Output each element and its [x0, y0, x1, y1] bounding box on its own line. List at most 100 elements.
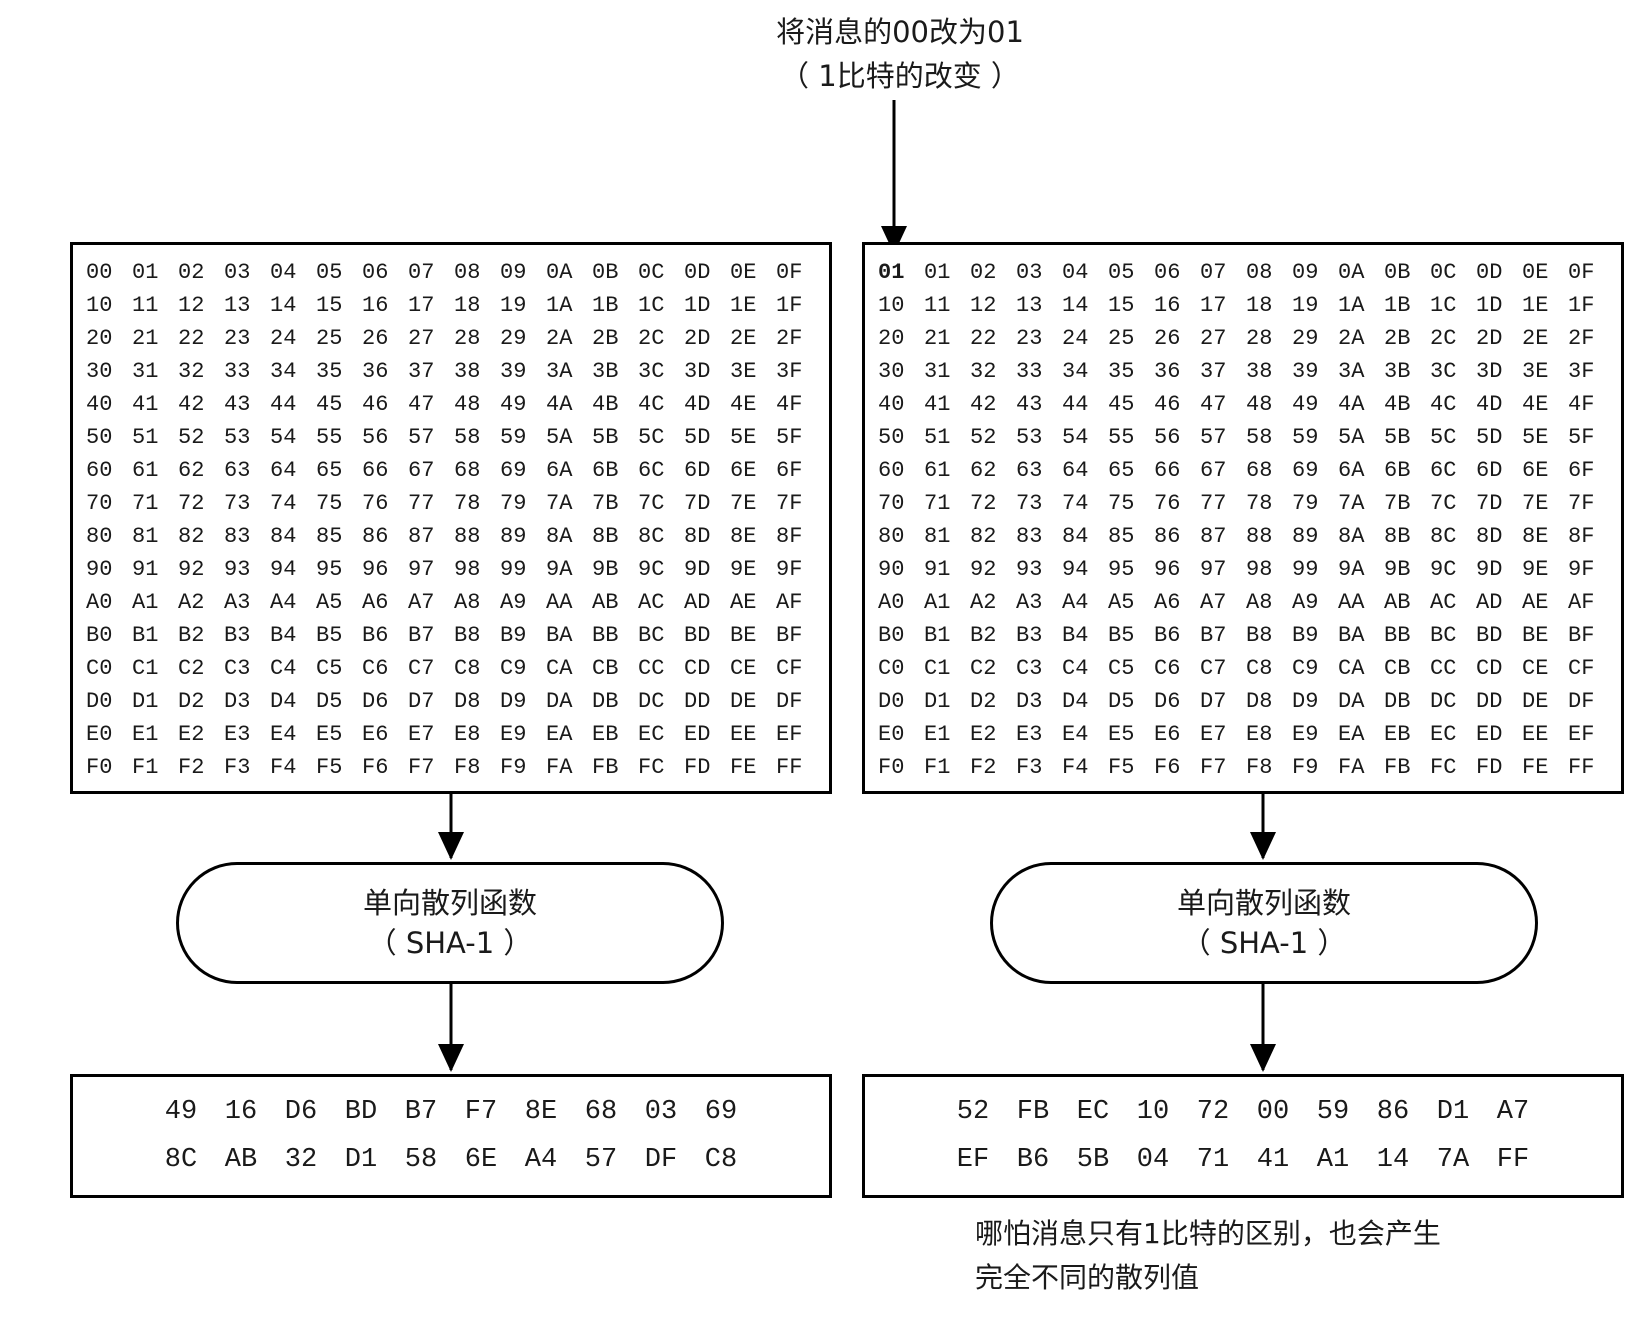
message-byte: CD: [684, 656, 711, 681]
message-byte: D8: [1246, 689, 1273, 714]
message-byte: AC: [1430, 590, 1457, 615]
message-byte: 35: [1108, 359, 1135, 384]
message-byte: 71: [132, 491, 159, 516]
hash-byte: 72: [1196, 1097, 1230, 1127]
message-byte: 4E: [1522, 392, 1549, 417]
message-byte: 6C: [1430, 458, 1457, 483]
message-byte: CE: [1522, 656, 1549, 681]
message-byte: F9: [500, 755, 527, 780]
message-byte: D9: [1292, 689, 1319, 714]
message-byte: AB: [1384, 590, 1411, 615]
message-byte: 52: [178, 425, 205, 450]
message-byte: 0A: [1338, 260, 1365, 285]
message-byte: BD: [1476, 623, 1503, 648]
hash-byte: 8E: [524, 1097, 558, 1127]
message-byte: 11: [924, 293, 951, 318]
message-byte: 17: [1200, 293, 1227, 318]
message-byte: C4: [1062, 656, 1089, 681]
message-byte: DF: [1568, 689, 1595, 714]
message-byte: 5A: [546, 425, 573, 450]
message-byte: 23: [224, 326, 251, 351]
message-byte: E2: [970, 722, 997, 747]
message-byte: E0: [878, 722, 905, 747]
message-byte: 9B: [1384, 557, 1411, 582]
hash-byte: 52: [956, 1097, 990, 1127]
change-annotation-line2: （ 1比特的改变 ）: [780, 59, 1020, 93]
message-byte: 38: [1246, 359, 1273, 384]
message-byte: 07: [408, 260, 435, 285]
message-byte: 58: [1246, 425, 1273, 450]
message-byte: E7: [1200, 722, 1227, 747]
message-byte: 8E: [1522, 524, 1549, 549]
message-byte: C4: [270, 656, 297, 681]
message-byte: C3: [1016, 656, 1043, 681]
message-byte: 98: [454, 557, 481, 582]
message-byte: 62: [970, 458, 997, 483]
message-byte: F9: [1292, 755, 1319, 780]
message-byte: 0A: [546, 260, 573, 285]
message-byte: 14: [270, 293, 297, 318]
message-byte: 74: [1062, 491, 1089, 516]
message-byte: 20: [878, 326, 905, 351]
message-byte: AF: [1568, 590, 1595, 615]
message-byte: 16: [362, 293, 389, 318]
message-byte: 6E: [1522, 458, 1549, 483]
message-byte: 03: [224, 260, 251, 285]
message-byte: FD: [684, 755, 711, 780]
message-byte: 88: [454, 524, 481, 549]
message-byte: 9D: [1476, 557, 1503, 582]
hash-function-algorithm: （ SHA-1 ）: [367, 926, 533, 960]
message-byte: 8F: [1568, 524, 1595, 549]
message-byte: A2: [970, 590, 997, 615]
message-byte: 13: [224, 293, 251, 318]
message-byte: D4: [270, 689, 297, 714]
hash-byte: 5B: [1076, 1145, 1110, 1175]
message-byte: B1: [132, 623, 159, 648]
message-byte: 3E: [1522, 359, 1549, 384]
message-byte: FA: [546, 755, 573, 780]
message-byte: B4: [270, 623, 297, 648]
message-byte: 5B: [592, 425, 619, 450]
message-byte: F3: [1016, 755, 1043, 780]
message-byte: 1B: [1384, 293, 1411, 318]
hash-byte: C8: [704, 1145, 738, 1175]
hash-byte: 59: [1316, 1097, 1350, 1127]
message-byte: 98: [1246, 557, 1273, 582]
message-byte: 39: [1292, 359, 1319, 384]
message-byte: 7B: [592, 491, 619, 516]
hash-byte: 57: [584, 1145, 618, 1175]
hash-byte: 7A: [1436, 1145, 1470, 1175]
message-byte: 25: [1108, 326, 1135, 351]
message-byte: 15: [1108, 293, 1135, 318]
message-byte: BA: [546, 623, 573, 648]
message-byte: BB: [1384, 623, 1411, 648]
message-byte: A0: [86, 590, 113, 615]
message-byte: 54: [1062, 425, 1089, 450]
message-byte: DE: [1522, 689, 1549, 714]
message-byte: FF: [1568, 755, 1595, 780]
message-byte: 0B: [592, 260, 619, 285]
message-byte: 1F: [776, 293, 803, 318]
message-byte: 4C: [638, 392, 665, 417]
message-byte: 09: [1292, 260, 1319, 285]
message-byte: 8D: [684, 524, 711, 549]
message-byte: D6: [362, 689, 389, 714]
message-byte: 87: [1200, 524, 1227, 549]
message-byte: CB: [592, 656, 619, 681]
message-byte: E8: [454, 722, 481, 747]
message-byte: AA: [546, 590, 573, 615]
message-byte: 1D: [684, 293, 711, 318]
message-byte: DA: [546, 689, 573, 714]
message-byte: 27: [408, 326, 435, 351]
message-byte: CF: [1568, 656, 1595, 681]
message-byte: 83: [224, 524, 251, 549]
message-byte: 5E: [730, 425, 757, 450]
message-byte: 37: [408, 359, 435, 384]
message-byte: 0C: [638, 260, 665, 285]
message-byte: 3A: [1338, 359, 1365, 384]
left-digest-arrowhead: [438, 1044, 464, 1072]
hash-byte: 71: [1196, 1145, 1230, 1175]
message-byte: 3C: [1430, 359, 1457, 384]
message-byte: 3E: [730, 359, 757, 384]
message-byte: 17: [408, 293, 435, 318]
